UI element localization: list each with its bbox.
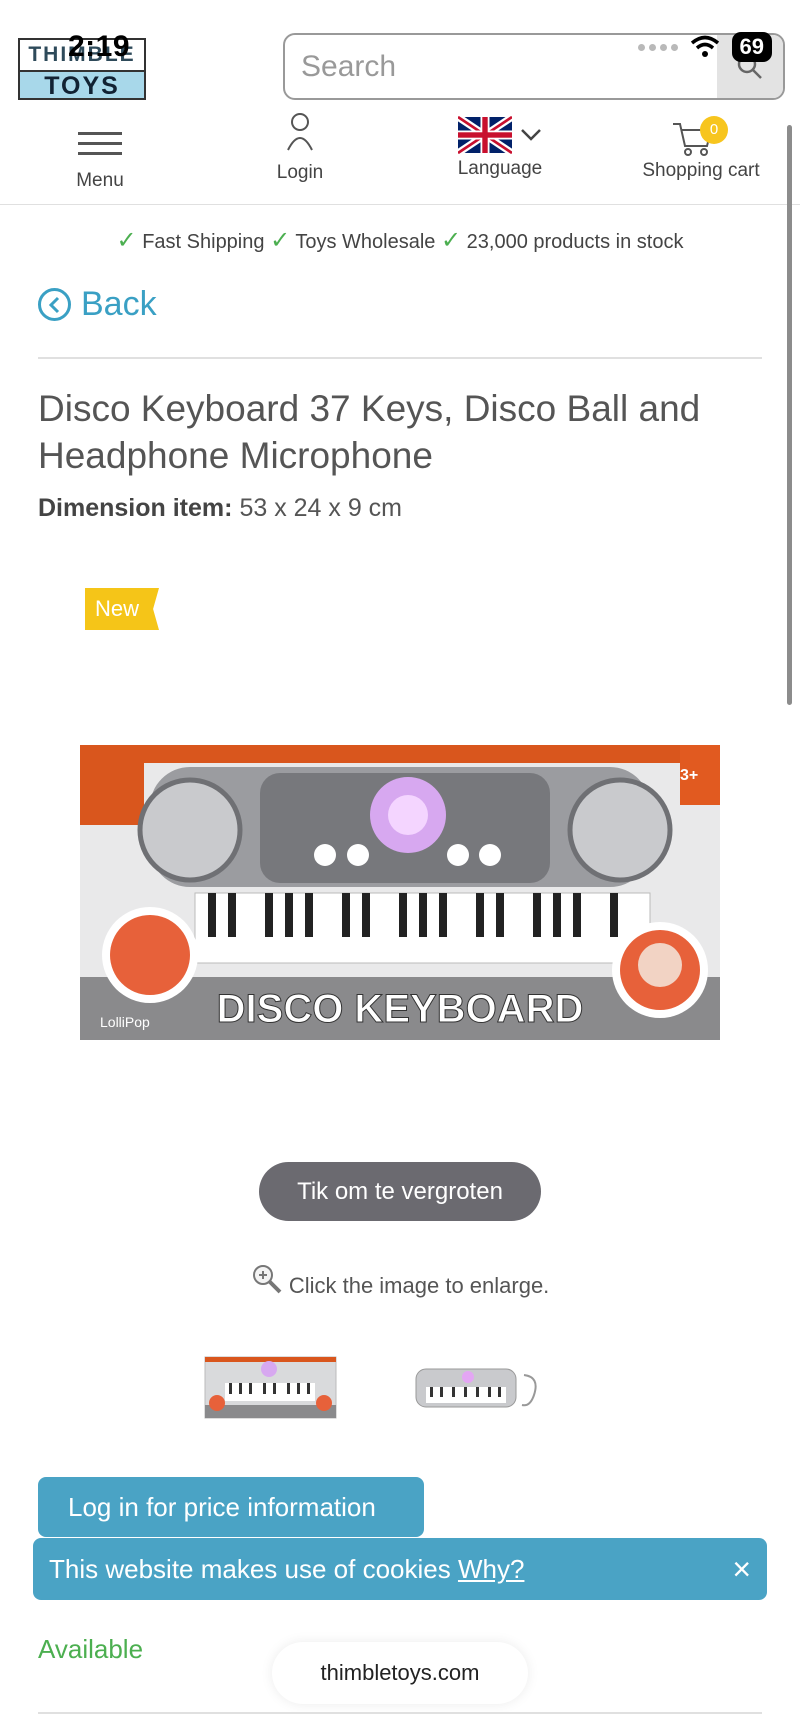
- page-scrollbar[interactable]: [787, 125, 792, 705]
- new-badge: New: [85, 588, 159, 630]
- back-link[interactable]: Back: [38, 285, 157, 324]
- dimension-value: 53 x 24 x 9 cm: [239, 494, 403, 522]
- logo-bottom-text: TOYS: [20, 70, 144, 100]
- box-title: DISCO KEYBOARD: [217, 987, 584, 1031]
- usp-item: 23,000 products in stock: [466, 231, 684, 253]
- back-label: Back: [81, 285, 157, 323]
- thumbnail-1[interactable]: [203, 1355, 338, 1420]
- user-icon: [287, 113, 313, 151]
- enlarge-hint: Click the image to enlarge.: [0, 1263, 800, 1299]
- status-indicators: 69: [637, 32, 772, 62]
- usp-bar: ✓ Fast Shipping ✓ Toys Wholesale ✓ 23,00…: [0, 226, 800, 255]
- login-button[interactable]: Login: [260, 112, 340, 184]
- wifi-icon: [690, 35, 719, 57]
- browser-url-pill[interactable]: thimbletoys.com: [272, 1642, 528, 1704]
- uk-flag-icon: [458, 116, 512, 154]
- signal-icon: [637, 43, 678, 51]
- chevron-down-icon: [521, 129, 541, 141]
- zoom-hint-pill: Tik om te vergroten: [259, 1162, 541, 1221]
- brand-label: LolliPop: [100, 1014, 150, 1030]
- battery-indicator: 69: [731, 32, 772, 62]
- dimension-label: Dimension item:: [38, 494, 233, 522]
- cart-count-badge: 0: [700, 116, 728, 144]
- check-icon: ✓: [116, 227, 137, 254]
- magnifier-plus-icon: [252, 1265, 282, 1294]
- language-label: Language: [457, 158, 543, 179]
- availability-status: Available: [38, 1634, 144, 1664]
- product-title: Disco Keyboard 37 Keys, Disco Ball and H…: [38, 388, 701, 476]
- check-icon: ✓: [270, 227, 291, 254]
- product-dimensions: Dimension item: 53 x 24 x 9 cm: [38, 494, 402, 523]
- login-for-price-button[interactable]: Log in for price information: [38, 1477, 424, 1537]
- age-label: 3+: [680, 767, 698, 784]
- status-time: 2:19: [68, 30, 131, 63]
- cart-label: Shopping cart: [642, 160, 760, 181]
- close-icon[interactable]: ×: [732, 1538, 751, 1600]
- chevron-left-icon: [38, 288, 71, 321]
- check-icon: ✓: [441, 227, 462, 254]
- login-label: Login: [276, 162, 324, 183]
- divider: [38, 1712, 762, 1714]
- enlarge-hint-text: Click the image to enlarge.: [288, 1273, 550, 1298]
- cookie-text: This website makes use of cookies: [49, 1554, 451, 1584]
- product-image[interactable]: 3+ LolliPop DISCO KEYBOARD: [80, 745, 720, 1040]
- menu-button[interactable]: Menu: [60, 112, 140, 192]
- menu-label: Menu: [76, 170, 124, 191]
- language-selector[interactable]: Language: [448, 112, 552, 180]
- usp-item: Toys Wholesale: [295, 231, 436, 253]
- header-nav: Menu Login Language 0 Shopping cart: [0, 112, 800, 197]
- usp-item: Fast Shipping: [142, 231, 265, 253]
- thumbnail-2[interactable]: [412, 1355, 547, 1420]
- divider: [38, 357, 762, 359]
- shopping-cart-button[interactable]: 0 Shopping cart: [636, 112, 766, 182]
- hamburger-icon: [78, 132, 122, 155]
- cookie-banner: This website makes use of cookies Why? ×: [33, 1538, 767, 1600]
- cookie-why-link[interactable]: Why?: [458, 1554, 524, 1584]
